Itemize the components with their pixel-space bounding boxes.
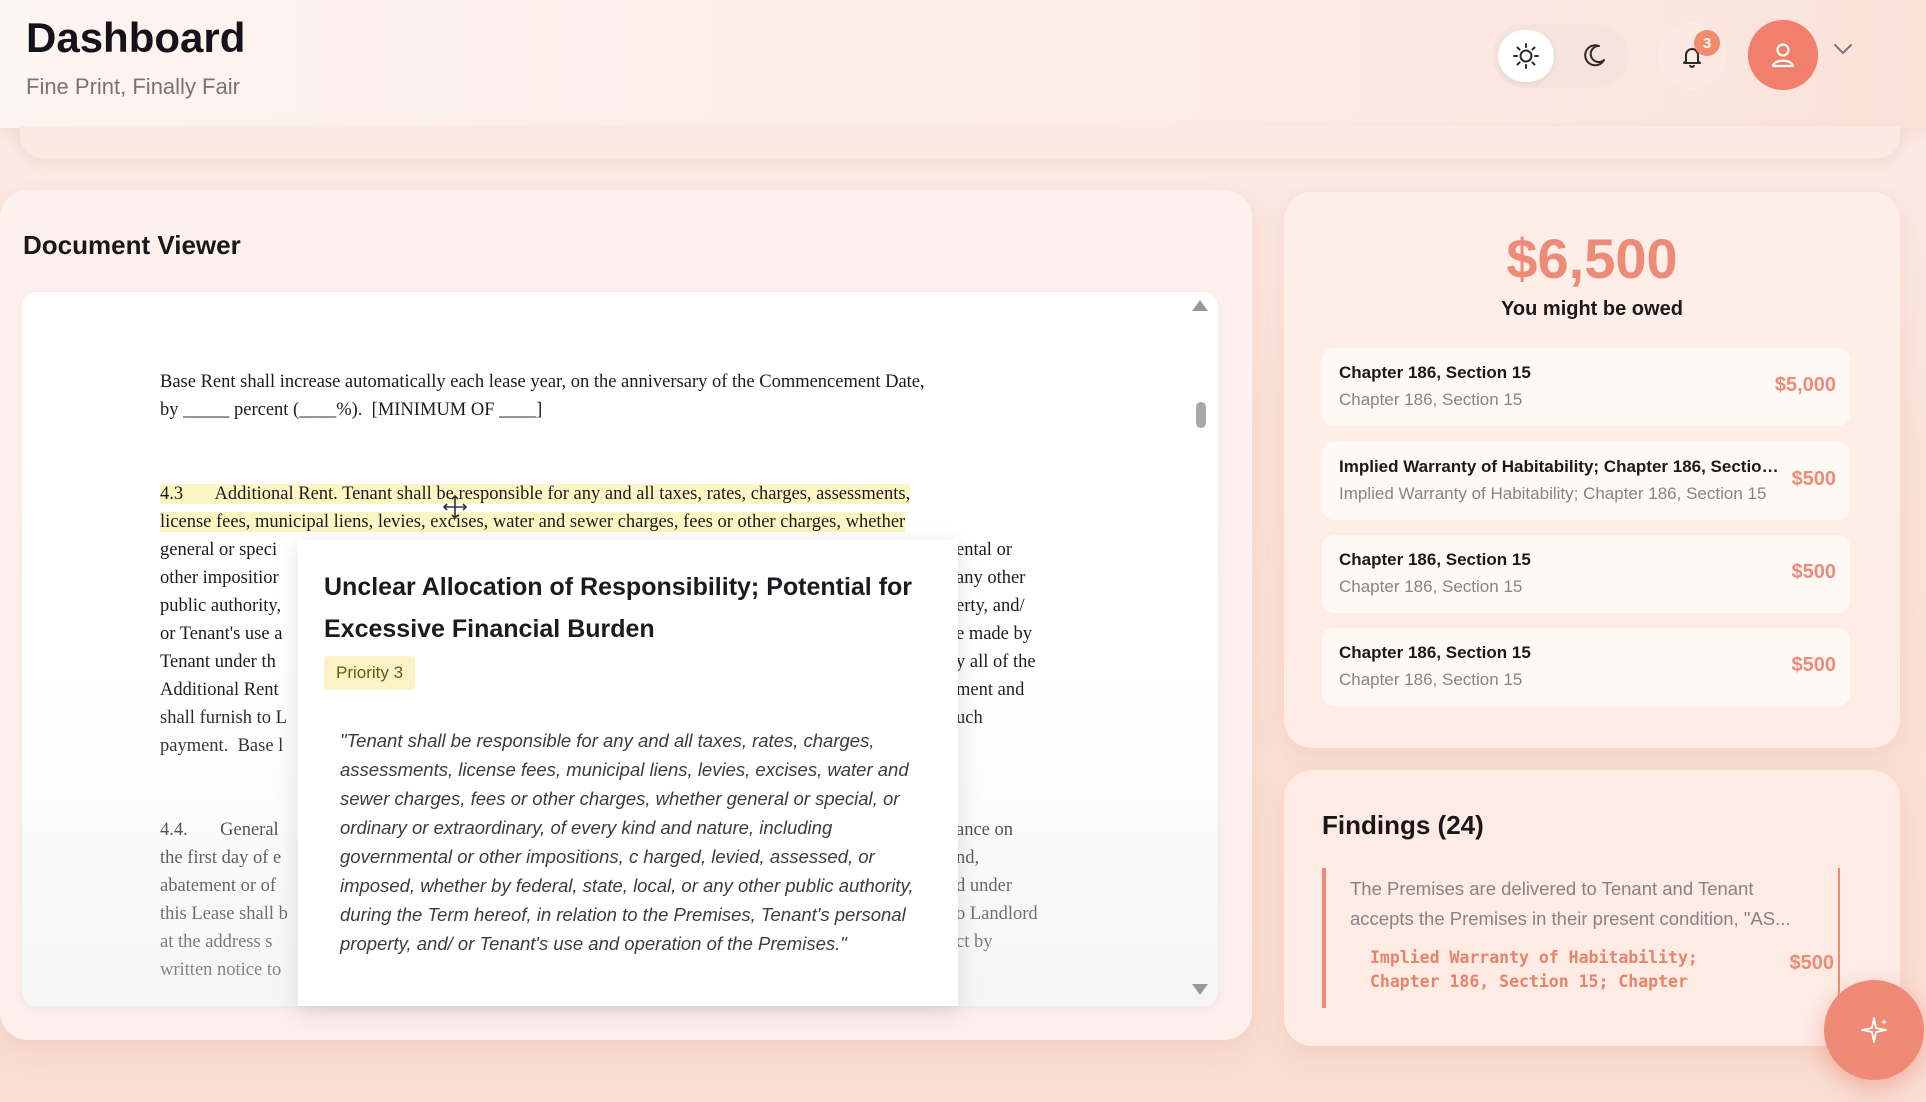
claim-title: Chapter 186, Section 15 <box>1339 550 1531 569</box>
page-title: Dashboard <box>26 14 246 61</box>
claim-amount: $500 <box>1791 654 1837 676</box>
finding-amount: $500 <box>1789 952 1835 974</box>
scroll-down-arrow[interactable] <box>1192 984 1208 995</box>
section-44-right: o Landlord <box>956 904 1038 924</box>
scroll-up-arrow[interactable] <box>1192 300 1208 311</box>
finding-popover: Unclear Allocation of Responsibility; Po… <box>298 540 958 1006</box>
owed-amount: $6,500 <box>1506 227 1678 290</box>
user-icon <box>1771 43 1795 68</box>
finding-item[interactable]: The Premises are delivered to Tenant and… <box>1322 868 1840 1008</box>
finding-reference: Implied Warranty of Habitability; Chapte… <box>1370 948 1698 991</box>
claim-card[interactable]: Implied Warranty of Habitability; Chapte… <box>1322 442 1850 520</box>
section-43-right: erty, and/ <box>956 596 1025 616</box>
notification-count-badge: 3 <box>1694 30 1720 56</box>
sun-icon <box>1513 43 1539 69</box>
section-43-right: uch <box>956 708 983 728</box>
page-subtitle: Fine Print, Finally Fair <box>26 74 240 99</box>
claim-amount: $500 <box>1791 468 1837 490</box>
section-43-right: any other <box>956 568 1026 588</box>
document-viewer-title: Document Viewer <box>23 230 241 260</box>
top-bar <box>0 0 1926 128</box>
highlighted-clause[interactable]: license fees, municipal liens, levies, e… <box>160 512 906 532</box>
theme-toggle[interactable] <box>1492 24 1628 88</box>
section-43-line-1[interactable]: 4.3 Additional Rent. Tenant shall be res… <box>160 480 1036 508</box>
claim-title: Chapter 186, Section 15 <box>1339 363 1531 382</box>
section-43-right: y all of the <box>956 652 1036 672</box>
claim-title: Chapter 186, Section 15 <box>1339 643 1531 662</box>
claim-subtitle: Chapter 186, Section 15 <box>1339 670 1523 689</box>
rent-line-1: Base Rent shall increase automatically e… <box>160 372 925 392</box>
claim-subtitle: Chapter 186, Section 15 <box>1339 577 1523 596</box>
claim-subtitle: Chapter 186, Section 15 <box>1339 390 1523 409</box>
claim-card[interactable]: Chapter 186, Section 15 Chapter 186, Sec… <box>1322 535 1850 613</box>
popover-quote: "Tenant shall be responsible for any and… <box>340 730 914 954</box>
section-44-right: d under <box>956 876 1012 896</box>
scrollbar-thumb[interactable] <box>1196 402 1206 428</box>
claim-subtitle: Implied Warranty of Habitability; Chapte… <box>1339 484 1767 503</box>
chevron-down-icon[interactable] <box>1832 42 1854 56</box>
priority-badge: Priority 3 <box>324 656 416 690</box>
section-44-right: ct by <box>956 932 993 952</box>
claim-title: Implied Warranty of Habitability; Chapte… <box>1339 457 1779 476</box>
rent-line-2: by _____ percent (____%). [MINIMUM OF __… <box>160 400 543 420</box>
claim-card[interactable]: Chapter 186, Section 15 Chapter 186, Sec… <box>1322 348 1850 426</box>
dark-mode-button[interactable] <box>1566 30 1622 82</box>
section-43-right: ental or <box>956 540 1012 560</box>
moon-icon <box>1584 44 1605 67</box>
findings-title: Findings (24) <box>1322 810 1484 840</box>
findings-panel: Findings (24) The Premises are delivered… <box>1284 770 1900 1046</box>
highlighted-clause[interactable]: 4.3 Additional Rent. Tenant shall be res… <box>160 484 911 504</box>
section-44-right: nd, <box>956 848 980 868</box>
light-mode-button[interactable] <box>1498 30 1554 82</box>
notifications-button[interactable]: 3 <box>1658 22 1726 90</box>
section-43-line-2[interactable]: license fees, municipal liens, levies, e… <box>160 508 1036 536</box>
section-44-right: ance on <box>956 820 1014 840</box>
sparkle-icon <box>1861 1017 1887 1043</box>
move-cursor-icon <box>442 494 468 520</box>
assistant-fab-button[interactable] <box>1824 980 1924 1080</box>
claim-amount: $500 <box>1791 561 1837 583</box>
header-strip <box>20 126 1900 158</box>
owed-label: You might be owed <box>1501 298 1683 320</box>
section-43-right: e made by <box>956 624 1033 644</box>
popover-title: Unclear Allocation of Responsibility; Po… <box>324 573 913 643</box>
finding-text: The Premises are delivered to Tenant and… <box>1350 878 1791 929</box>
claim-card[interactable]: Chapter 186, Section 15 Chapter 186, Sec… <box>1322 628 1850 706</box>
user-avatar-button[interactable] <box>1748 20 1818 90</box>
claim-amount: $5,000 <box>1774 374 1836 396</box>
section-43-right: ment and <box>956 680 1025 700</box>
